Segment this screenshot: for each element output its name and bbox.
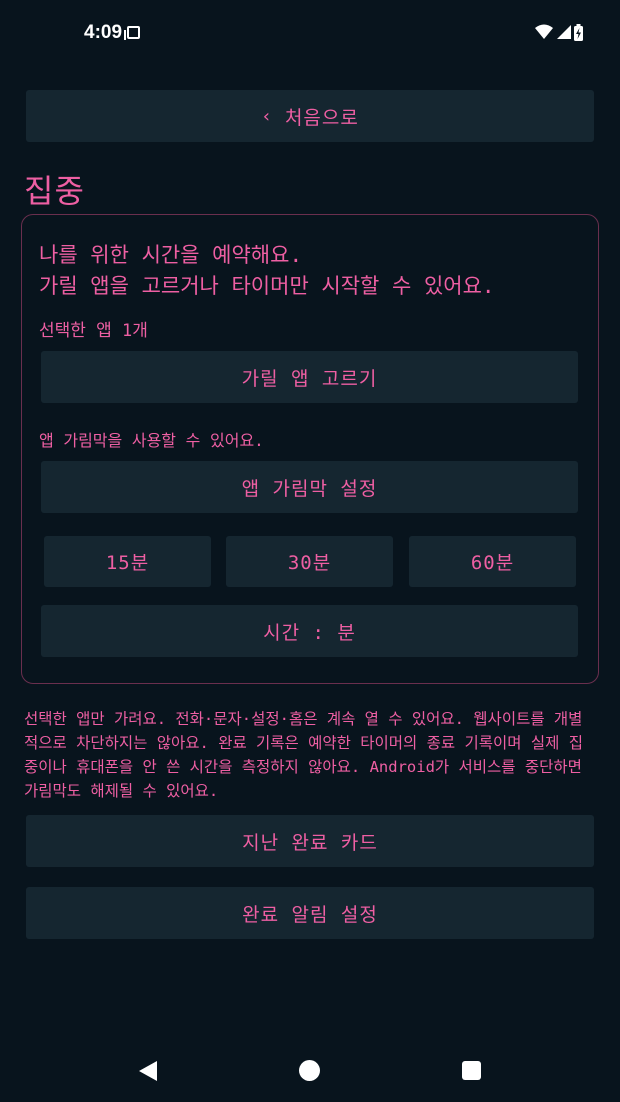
overlay-settings-label: 앱 가림막 설정 [241, 477, 378, 500]
selected-app-count: 선택한 앱 1개 [39, 321, 148, 341]
back-button-label: 처음으로 [284, 106, 359, 129]
duration-15-label: 15분 [105, 552, 150, 574]
overlay-note: 앱 가림막을 사용할 수 있어요. [39, 431, 264, 450]
duration-15-button[interactable]: 15분 [44, 536, 211, 587]
alarm-button-label: 완료 알림 설정 [242, 903, 378, 926]
pick-apps-button[interactable]: 가릴 앱 고르기 [41, 351, 578, 403]
nav-back-icon[interactable] [137, 1060, 159, 1082]
card-heading: 나를 위한 시간을 예약해요. 가릴 앱을 고르거나 타이머만 시작할 수 있어… [39, 240, 579, 302]
cell-signal-icon [557, 25, 571, 39]
pick-apps-label: 가릴 앱 고르기 [241, 367, 378, 390]
duration-60-button[interactable]: 60분 [409, 536, 576, 587]
status-icons [534, 22, 584, 44]
navigation-bar [0, 1040, 620, 1102]
wifi-icon [535, 24, 553, 39]
disclaimer-text: 선택한 앱만 가려요. 전화·문자·설정·홈은 계속 열 수 있어요. 웹사이트… [24, 710, 583, 800]
page-title: 집중 [24, 172, 85, 210]
card-heading-line1: 나를 위한 시간을 예약해요. [39, 243, 303, 267]
status-time: 4:09 [84, 22, 123, 43]
battery-charging-icon [574, 24, 583, 41]
custom-time-label: 시간 : 분 [263, 621, 356, 644]
nav-home-icon[interactable] [299, 1060, 320, 1081]
past-completion-cards-button[interactable]: 지난 완료 카드 [26, 815, 594, 867]
sim-card-icon [124, 26, 140, 40]
card-heading-line2: 가릴 앱을 고르거나 타이머만 시작할 수 있어요. [39, 274, 495, 298]
back-to-start-button[interactable]: ‹ 처음으로 [26, 90, 594, 142]
duration-60-label: 60분 [470, 552, 515, 574]
duration-30-button[interactable]: 30분 [226, 536, 393, 587]
completion-alarm-settings-button[interactable]: 완료 알림 설정 [26, 887, 594, 939]
nav-recents-icon[interactable] [462, 1061, 481, 1080]
chevron-left-icon: ‹ [261, 105, 273, 127]
custom-time-button[interactable]: 시간 : 분 [41, 605, 578, 657]
overlay-settings-button[interactable]: 앱 가림막 설정 [41, 461, 578, 513]
status-bar: 4:09 [0, 0, 620, 66]
history-button-label: 지난 완료 카드 [242, 831, 378, 854]
duration-30-label: 30분 [287, 552, 332, 574]
